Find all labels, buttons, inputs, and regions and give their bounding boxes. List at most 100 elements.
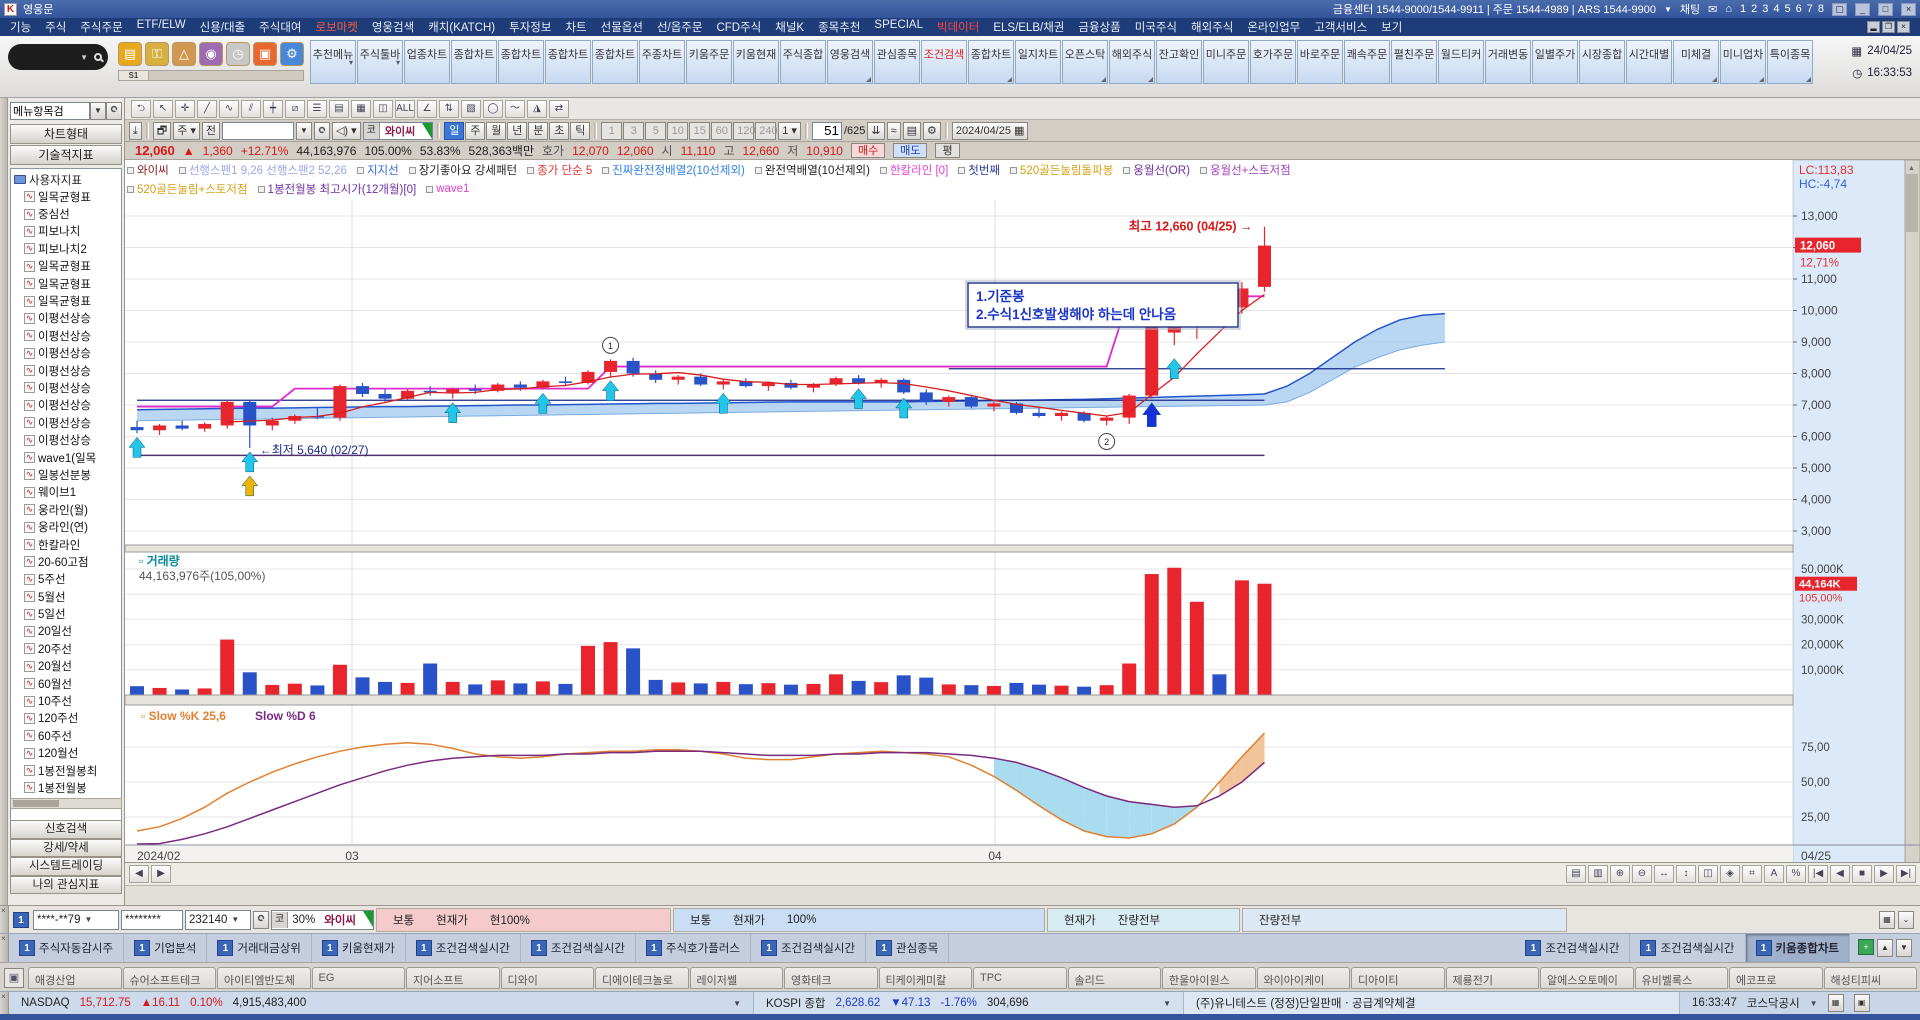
- sidebar-indicator-item[interactable]: ∿ wave1(일목: [14, 449, 121, 466]
- news-ticker[interactable]: (주)유니테스트 (정정)단일판매ㆍ공급계약체결: [1196, 995, 1416, 1011]
- sidebar-indicator-item[interactable]: ∿ 일목균형표: [14, 258, 121, 275]
- toolbar-button[interactable]: 시장종합: [1579, 40, 1625, 84]
- menu-item[interactable]: SPECIAL: [874, 19, 923, 35]
- taskbar-window[interactable]: 1기업분석: [124, 934, 207, 962]
- row-handle[interactable]: [0, 906, 9, 933]
- screen-number[interactable]: 7: [1807, 3, 1813, 15]
- stock-tab[interactable]: 솔리드: [1068, 967, 1162, 989]
- legend-item[interactable]: 진짜완전정배열2(10선제외): [602, 162, 745, 178]
- menu-item[interactable]: 캐치(KATCH): [428, 19, 495, 35]
- menu-item[interactable]: 영웅검색: [372, 19, 414, 35]
- screen-number[interactable]: 1: [1740, 3, 1746, 15]
- chat-label[interactable]: 채팅: [1680, 1, 1700, 17]
- chart-footer-icon[interactable]: ▶: [151, 865, 171, 883]
- speaker-icon[interactable]: ◁) ▾: [332, 122, 361, 140]
- draw-tool-icon[interactable]: ◮: [527, 100, 547, 118]
- sidebar-indicator-item[interactable]: ∿ 웅라인(월): [14, 501, 121, 518]
- close-button[interactable]: ×: [1901, 3, 1916, 16]
- search-dropdown-icon[interactable]: ▼: [80, 53, 88, 62]
- order-opt[interactable]: 현재가: [436, 912, 468, 928]
- legend-item[interactable]: 520골든눌림+스토저점: [127, 181, 248, 197]
- draw-tool-icon[interactable]: ∠: [417, 100, 437, 118]
- stock-tab[interactable]: 한울아이원스: [1162, 967, 1256, 989]
- sidebar-indicator-item[interactable]: ∿ 일봉선분봉: [14, 466, 121, 483]
- home-icon[interactable]: ⌂: [1725, 3, 1732, 15]
- legend-item[interactable]: 한칼라인 [0]: [880, 162, 948, 178]
- chart-footer-icon[interactable]: ↕: [1676, 865, 1696, 883]
- sidebar-indicator-item[interactable]: ∿ 이평선상승: [14, 414, 121, 431]
- taskbar-down-icon[interactable]: ▼: [1896, 939, 1912, 957]
- draw-tool-icon[interactable]: ∿: [219, 100, 239, 118]
- period-button[interactable]: 년: [507, 122, 527, 140]
- collapse-icon[interactable]: ⤓: [129, 122, 142, 140]
- toolbar-button[interactable]: 종합차트: [592, 40, 638, 84]
- period-button[interactable]: 월: [486, 122, 506, 140]
- draw-tool-icon[interactable]: ▤: [329, 100, 349, 118]
- menu-item[interactable]: 로보마켓: [316, 19, 358, 35]
- sidebar-indicator-item[interactable]: ∿ 120월선: [14, 745, 121, 762]
- minute-button[interactable]: 1: [601, 122, 622, 140]
- menu-item[interactable]: 빅데이터: [937, 19, 979, 35]
- stock-tab[interactable]: 에코프로: [1729, 967, 1823, 989]
- taskbar-window[interactable]: 1조건검색실시간: [406, 934, 521, 962]
- toolbar-button[interactable]: 쾌속주문: [1344, 40, 1390, 84]
- status-grid-icon[interactable]: ▦: [1828, 994, 1844, 1012]
- tree-root-user-indicators[interactable]: 사용자지표: [14, 171, 121, 188]
- draw-tool-icon[interactable]: 〜: [505, 100, 525, 118]
- code-dropdown-icon[interactable]: ▼: [296, 122, 312, 140]
- toolbar-button[interactable]: 종합차트: [498, 40, 544, 84]
- mdi-minimize-icon[interactable]: ▂: [1867, 21, 1880, 33]
- chart-footer-icon[interactable]: ◈: [1720, 865, 1740, 883]
- chart-footer-icon[interactable]: ▶|: [1896, 865, 1916, 883]
- toolbar-button[interactable]: 펼친주문: [1391, 40, 1437, 84]
- stock-tab[interactable]: 디에이테크놀로: [595, 967, 689, 989]
- index2-dropdown-icon[interactable]: ▼: [1163, 999, 1171, 1008]
- toolbar-button[interactable]: 주식종합: [780, 40, 826, 84]
- mdi-close-icon[interactable]: ×: [1897, 21, 1910, 33]
- toolbar-button[interactable]: 주종차트: [639, 40, 685, 84]
- toolbar-button[interactable]: 거래변동: [1485, 40, 1531, 84]
- menu-item[interactable]: 선/옵주문: [657, 19, 703, 35]
- sidebar-indicator-item[interactable]: ∿ 한칼라인: [14, 536, 121, 553]
- sidebar-section-button[interactable]: 나의 관심지표: [10, 876, 122, 895]
- sidebar-indicator-item[interactable]: ∿ 1봉전월봉최: [14, 762, 121, 779]
- main-chart[interactable]: ▲▼121.기준봉2.수식1신호발생해야 하는데 안나옴최고 12,660 (0…: [125, 160, 1920, 885]
- flat-button[interactable]: 평: [935, 143, 959, 158]
- stock-tab[interactable]: 해성티피씨: [1824, 967, 1918, 989]
- sidebar-indicator-item[interactable]: ∿ 이평선상승: [14, 310, 121, 327]
- feed-dropdown-icon[interactable]: ▼: [1810, 999, 1818, 1008]
- order-opt[interactable]: 잔량전부: [1118, 912, 1160, 928]
- menu-item[interactable]: 종목추천: [818, 19, 860, 35]
- chart-date[interactable]: 2024/04/25 ▦: [952, 122, 1029, 140]
- draw-tool-icon[interactable]: ⧄: [285, 100, 305, 118]
- draw-tool-icon[interactable]: ⮌: [131, 100, 151, 118]
- chart-footer-icon[interactable]: A: [1764, 865, 1784, 883]
- stock-tab[interactable]: 레이저쎌: [690, 967, 784, 989]
- stock-tab[interactable]: 유비벨록스: [1635, 967, 1729, 989]
- sidebar-indicator-item[interactable]: ∿ 이평선상승: [14, 431, 121, 448]
- sidebar-indicator-item[interactable]: ∿ 이평선상승: [14, 345, 121, 362]
- menu-item[interactable]: 미국주식: [1135, 19, 1177, 35]
- legend-item[interactable]: 1봉전월봉 최고시가(12개월)[0]: [258, 181, 417, 197]
- toolbar-button[interactable]: 호가주문: [1250, 40, 1296, 84]
- restore-button[interactable]: □: [1878, 3, 1893, 16]
- toolbar-button[interactable]: 종합차트: [451, 40, 497, 84]
- stock-tab[interactable]: 슈어소프트테크: [123, 967, 217, 989]
- taskbar-add-icon[interactable]: +: [1858, 939, 1874, 955]
- mail-icon[interactable]: ✉: [1708, 3, 1717, 16]
- menu-item[interactable]: 주식주문: [80, 19, 122, 35]
- sidebar-indicator-item[interactable]: ∿ 일목균형표: [14, 188, 121, 205]
- sidebar-indicator-item[interactable]: ∿ 이평선상승: [14, 327, 121, 344]
- stock-tab[interactable]: 애경산업: [28, 967, 122, 989]
- sidebar-indicator-item[interactable]: ∿ 웨이브1: [14, 484, 121, 501]
- toolbar-button[interactable]: 키움현재: [733, 40, 779, 84]
- toolbar-button[interactable]: 종합차트: [968, 40, 1014, 84]
- sidebar-indicator-item[interactable]: ∿ 5월선: [14, 588, 121, 605]
- toolbar-button[interactable]: 미니업차: [1720, 40, 1766, 84]
- menu-item[interactable]: 온라인업무: [1247, 19, 1300, 35]
- sidebar-section-button[interactable]: 시스템트레이딩: [10, 857, 122, 876]
- draw-tool-icon[interactable]: ↖: [153, 100, 173, 118]
- stock-tab[interactable]: 알에스오토메이: [1540, 967, 1634, 989]
- sidebar-indicator-item[interactable]: ∿ 120주선: [14, 710, 121, 727]
- screen-number[interactable]: 2: [1751, 3, 1757, 15]
